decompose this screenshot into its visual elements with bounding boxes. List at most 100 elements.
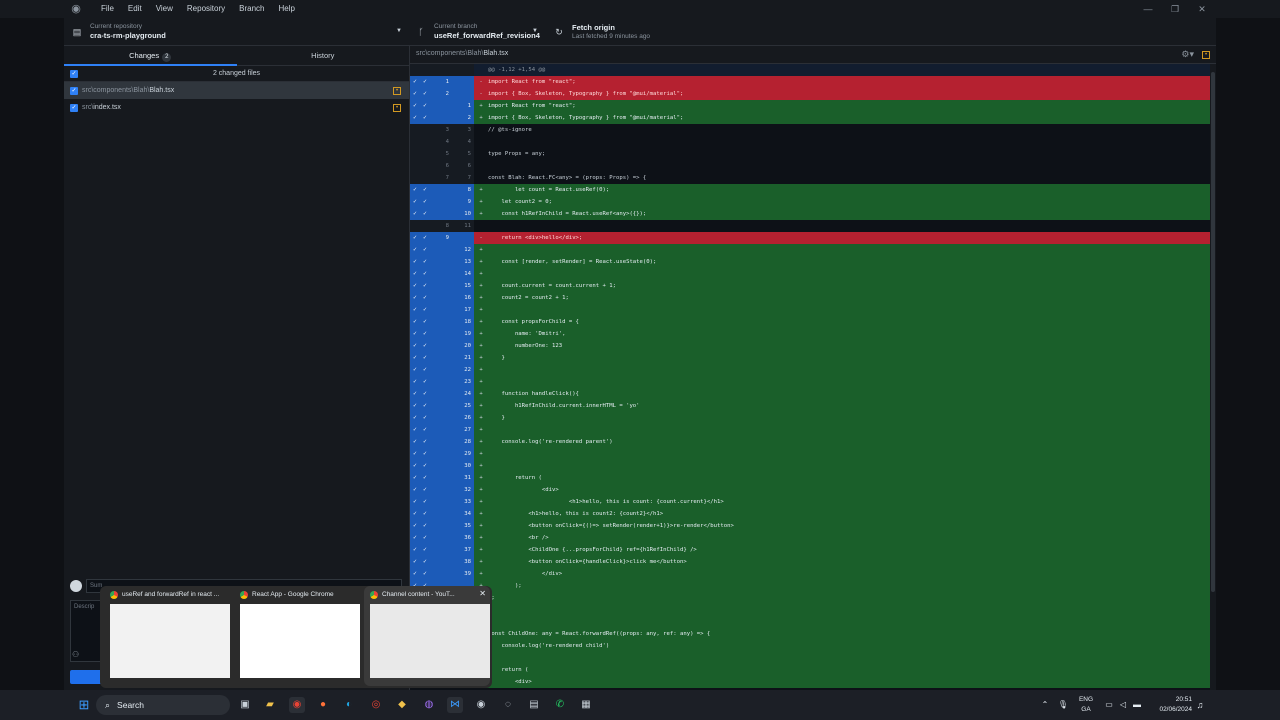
diff-gutter[interactable]: ✓ ✓ 22: [410, 364, 474, 376]
file-item-index[interactable]: ✓ src\index.tsx •: [64, 99, 409, 116]
diff-gutter[interactable]: ✓ ✓ 21: [410, 352, 474, 364]
menu-branch[interactable]: Branch: [232, 0, 271, 18]
maximize-button[interactable]: ❐: [1162, 0, 1188, 18]
menu-repository[interactable]: Repository: [180, 0, 232, 18]
diff-line[interactable]: ✓ ✓ 12 +: [410, 244, 1210, 256]
diff-line[interactable]: ✓ ✓ 19 + name: 'Dmitri',: [410, 328, 1210, 340]
diff-gutter[interactable]: 33: [410, 124, 474, 136]
diff-line[interactable]: ✓ ✓ 18 + const propsForChild = {: [410, 316, 1210, 328]
diff-gutter[interactable]: ✓ ✓ 39: [410, 568, 474, 580]
diff-gutter[interactable]: ✓ ✓ 9: [410, 196, 474, 208]
tab-history[interactable]: History: [237, 46, 410, 65]
file-checkbox[interactable]: ✓: [70, 103, 78, 112]
diff-line[interactable]: ✓ ✓ 15 + count.current = count.current + 1;: [410, 280, 1210, 292]
diff-gutter[interactable]: 55: [410, 148, 474, 160]
diff-gutter[interactable]: ✓ ✓ 2: [410, 112, 474, 124]
file-explorer-icon[interactable]: ▰: [262, 697, 278, 713]
diff-line[interactable]: ✓ ✓ 21 + }: [410, 352, 1210, 364]
diff-line[interactable]: ✓ ✓ 16 + count2 = count2 + 1;: [410, 292, 1210, 304]
microphone-icon[interactable]: 🎙︎: [1055, 697, 1071, 713]
diff-gutter[interactable]: ✓ ✓ 30: [410, 460, 474, 472]
firefox-icon[interactable]: ●: [315, 697, 331, 713]
diff-line[interactable]: ✓ ✓ 25 + h1RefInChild.current.innerHTML = '…: [410, 400, 1210, 412]
diff-line[interactable]: ✓ ✓ 13 + const [render, setRender] = React.…: [410, 256, 1210, 268]
diff-line[interactable]: ✓ ✓ 1 + import React from "react";: [410, 100, 1210, 112]
diff-line[interactable]: ✓ ✓ 8 + let count = React.useRef(0);: [410, 184, 1210, 196]
diff-line[interactable]: ✓ ✓ 23 +: [410, 376, 1210, 388]
diff-line[interactable]: ✓ ✓ 2 - import { Box, Skeleton, Typography }…: [410, 88, 1210, 100]
chrome-canary-icon[interactable]: ◎: [368, 697, 384, 713]
diff-line[interactable]: ✓ ✓ 33 + <h1>hello, this is count: {count.c…: [410, 496, 1210, 508]
diff-gutter[interactable]: ✓ ✓ 10: [410, 208, 474, 220]
diff-gutter[interactable]: ✓ ✓ 2: [410, 88, 474, 100]
close-icon[interactable]: ✕: [479, 589, 486, 598]
diff-line[interactable]: ✓ ✓ 31 + return (: [410, 472, 1210, 484]
battery-icon[interactable]: ▬: [1129, 697, 1145, 713]
diff-line[interactable]: ✓✓+ return (: [410, 664, 1210, 676]
diff-gutter[interactable]: ✓ ✓ 31: [410, 472, 474, 484]
diff-line[interactable]: ✓ ✓ 39 + </div>: [410, 568, 1210, 580]
diff-line[interactable]: ✓ ✓ 24 + function handleClick(){: [410, 388, 1210, 400]
taskbar-search[interactable]: ⌕ Search: [96, 695, 230, 715]
diff-gutter[interactable]: ✓ ✓ 27: [410, 424, 474, 436]
file-checkbox[interactable]: ✓: [70, 86, 78, 95]
thumbnail-window-1[interactable]: useRef and forwardRef in react ...: [104, 586, 230, 686]
diff-line[interactable]: ✓ ✓ 1 - import React from "react";: [410, 76, 1210, 88]
add-coauthor-icon[interactable]: ⚇: [72, 650, 79, 659]
fetch-origin-button[interactable]: ↻ Fetch origin Last fetched 9 minutes ag…: [552, 18, 702, 46]
minimize-button[interactable]: —: [1135, 0, 1161, 18]
diff-gutter[interactable]: ✓ ✓ 9: [410, 232, 474, 244]
diff-gutter[interactable]: ✓ ✓ 36: [410, 532, 474, 544]
vscode-icon[interactable]: ⋈: [447, 697, 463, 713]
diff-gutter[interactable]: ✓ ✓ 15: [410, 280, 474, 292]
diff-line[interactable]: 7 7 const Blah: React.FC<any> = (props: Pr…: [410, 172, 1210, 184]
diff-gutter[interactable]: ✓ ✓ 25: [410, 400, 474, 412]
diff-line[interactable]: ✓✓+};: [410, 592, 1210, 604]
diff-line[interactable]: ✓ ✓ 10 + const h1RefInChild = React.useRef<…: [410, 208, 1210, 220]
app-icon[interactable]: ▦: [578, 697, 594, 713]
diff-gutter[interactable]: ✓ ✓ 1: [410, 76, 474, 88]
thumbnail-window-2[interactable]: React App - Google Chrome: [234, 586, 360, 686]
diff-scrollbar[interactable]: [1210, 64, 1216, 690]
menu-file[interactable]: File: [94, 0, 121, 18]
diff-gutter[interactable]: ✓ ✓ 29: [410, 448, 474, 460]
diff-line[interactable]: ✓ ✓ 36 + <br />: [410, 532, 1210, 544]
current-branch-button[interactable]: ᚴ Current branch useRef_forwardRef_revis…: [414, 18, 544, 46]
diff-gutter[interactable]: ✓ ✓ 12: [410, 244, 474, 256]
system-clock[interactable]: 20:51 02/06/2024: [1146, 695, 1192, 715]
windows-start-icon[interactable]: ⊞: [76, 697, 92, 713]
close-window-button[interactable]: ✕: [1189, 0, 1215, 18]
diff-line[interactable]: 44: [410, 136, 1210, 148]
diff-gutter[interactable]: ✓ ✓ 13: [410, 256, 474, 268]
menu-edit[interactable]: Edit: [121, 0, 149, 18]
diff-gutter[interactable]: ✓ ✓ 32: [410, 484, 474, 496]
notification-bell-icon[interactable]: ♫: [1192, 697, 1208, 713]
diff-gutter[interactable]: ✓ ✓ 37: [410, 544, 474, 556]
diff-line[interactable]: ✓ ✓ 9 + let count2 = 0;: [410, 196, 1210, 208]
diff-line[interactable]: ✓ ✓ 26 + }: [410, 412, 1210, 424]
diff-line[interactable]: ✓ ✓ 14 +: [410, 268, 1210, 280]
diff-gutter[interactable]: ✓ ✓ 34: [410, 508, 474, 520]
diff-line[interactable]: ✓ ✓ 20 + numberOne: 123: [410, 340, 1210, 352]
diff-gutter[interactable]: ✓ ✓ 19: [410, 328, 474, 340]
diff-line[interactable]: ✓✓+const ChildOne: any = React.forwardRe…: [410, 628, 1210, 640]
app-icon[interactable]: ◆: [394, 697, 410, 713]
diff-line[interactable]: ✓✓+: [410, 604, 1210, 616]
gear-icon[interactable]: ⚙▾: [1181, 49, 1194, 60]
diff-line[interactable]: 8 11: [410, 220, 1210, 232]
file-item-blah[interactable]: ✓ src\components\Blah\Blah.tsx •: [64, 82, 409, 99]
scrollbar-thumb[interactable]: [1211, 72, 1215, 592]
chrome-icon[interactable]: ◉: [289, 697, 305, 713]
diff-line[interactable]: ✓ ✓ 27 +: [410, 424, 1210, 436]
app-icon[interactable]: ◌: [500, 697, 516, 713]
diff-line[interactable]: ✓✓+ );: [410, 580, 1210, 592]
whatsapp-icon[interactable]: ✆: [552, 697, 568, 713]
app-icon[interactable]: ◉: [473, 697, 489, 713]
diff-gutter[interactable]: ✓ ✓ 23: [410, 376, 474, 388]
diff-line[interactable]: 3 3// @ts-ignore: [410, 124, 1210, 136]
diff-gutter[interactable]: ✓ ✓ 26: [410, 412, 474, 424]
app-icon[interactable]: ▤: [526, 697, 542, 713]
diff-gutter[interactable]: ✓ ✓ 35: [410, 520, 474, 532]
diff-gutter[interactable]: 77: [410, 172, 474, 184]
chevron-up-icon[interactable]: ⌃: [1037, 697, 1053, 713]
